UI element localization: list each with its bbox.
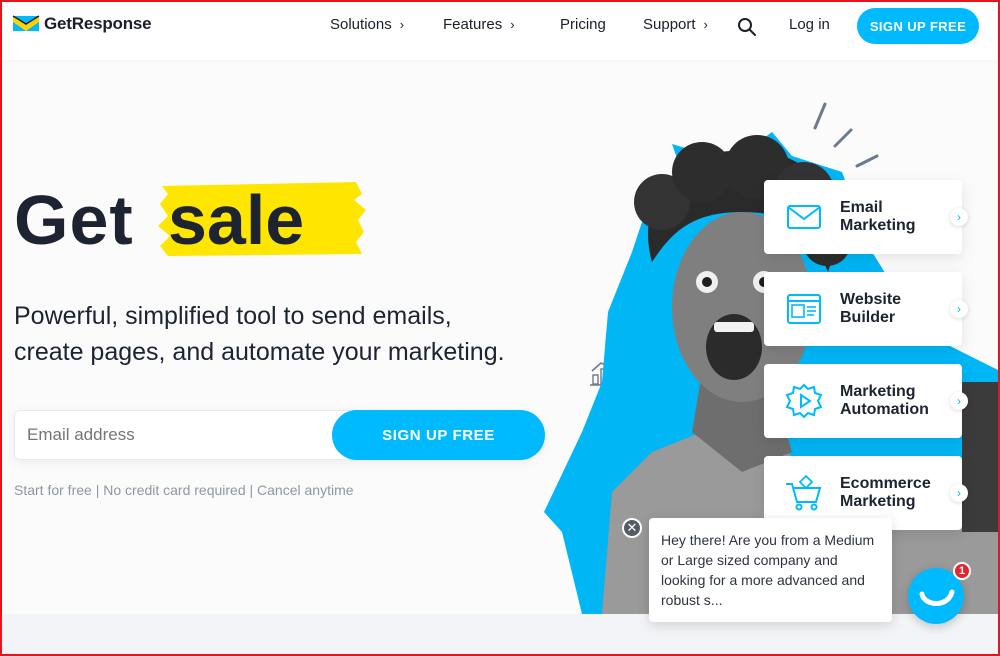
headline-word-get: Get [14,181,134,259]
chat-message-bubble[interactable]: Hey there! Are you from a Medium or Larg… [649,518,892,622]
subheadline-line-2: create pages, and automate your marketin… [14,338,505,366]
chevron-right-icon: › [950,300,968,318]
nav-support[interactable]: Support › [643,16,708,33]
chevron-right-icon: › [950,392,968,410]
website-icon [787,294,821,324]
card-label: Email Marketing [840,199,950,235]
chevron-right-icon: › [703,17,708,32]
chevron-right-icon: › [950,208,968,226]
nav-features-label: Features [443,16,503,33]
site-header: GetResponse Solutions › Features › Prici… [2,2,998,60]
hero-subheadline: Powerful, simplified tool to send emails… [14,298,574,370]
card-label-line-1: Marketing [840,383,916,400]
card-label-line-2: Automation [840,401,929,418]
chevron-right-icon: › [950,484,968,502]
signup-note: Start for free | No credit card required… [14,482,354,498]
card-website-builder[interactable]: Website Builder › [764,272,968,346]
signup-button-header[interactable]: SIGN UP FREE [857,8,979,44]
subheadline-line-1: Powerful, simplified tool to send emails… [14,302,452,330]
headline-highlight: sale [156,180,366,259]
card-label-line-2: Marketing [840,493,916,510]
headline-word-sale: sale [168,181,305,259]
nav-solutions-label: Solutions [330,16,392,33]
card-label-line-1: Ecommerce [840,475,931,492]
card-label: Marketing Automation [840,383,950,419]
login-link[interactable]: Log in [789,16,830,33]
search-icon[interactable] [736,16,758,38]
card-label: Ecommerce Marketing [840,475,950,511]
logo-text: GetResponse [44,14,152,33]
card-email-marketing[interactable]: Email Marketing › [764,180,968,254]
nav-support-label: Support [643,16,696,33]
logo[interactable]: GetResponse [12,14,152,34]
signup-button-hero[interactable]: SIGN UP FREE [332,410,545,460]
email-input[interactable] [27,425,327,445]
envelope-icon [787,205,821,229]
nav-solutions[interactable]: Solutions › [330,16,404,33]
card-label-line-1: Website [840,291,902,308]
nav-features[interactable]: Features › [443,16,515,33]
automation-gear-icon [785,383,823,419]
card-label-line-2: Marketing [840,217,916,234]
chevron-right-icon: › [399,17,405,32]
page: GetResponse Solutions › Features › Prici… [2,2,998,654]
logo-icon [12,15,40,31]
card-label-line-2: Builder [840,309,896,326]
nav-pricing-label: Pricing [560,16,606,33]
notification-badge: 1 [953,562,971,580]
card-marketing-automation[interactable]: Marketing Automation › [764,364,968,438]
chevron-right-icon: › [510,17,515,32]
nav-pricing[interactable]: Pricing [560,16,606,33]
close-icon[interactable]: ✕ [622,518,642,538]
card-label-line-1: Email [840,199,883,216]
cart-icon [786,474,822,511]
card-label: Website Builder [840,291,950,327]
